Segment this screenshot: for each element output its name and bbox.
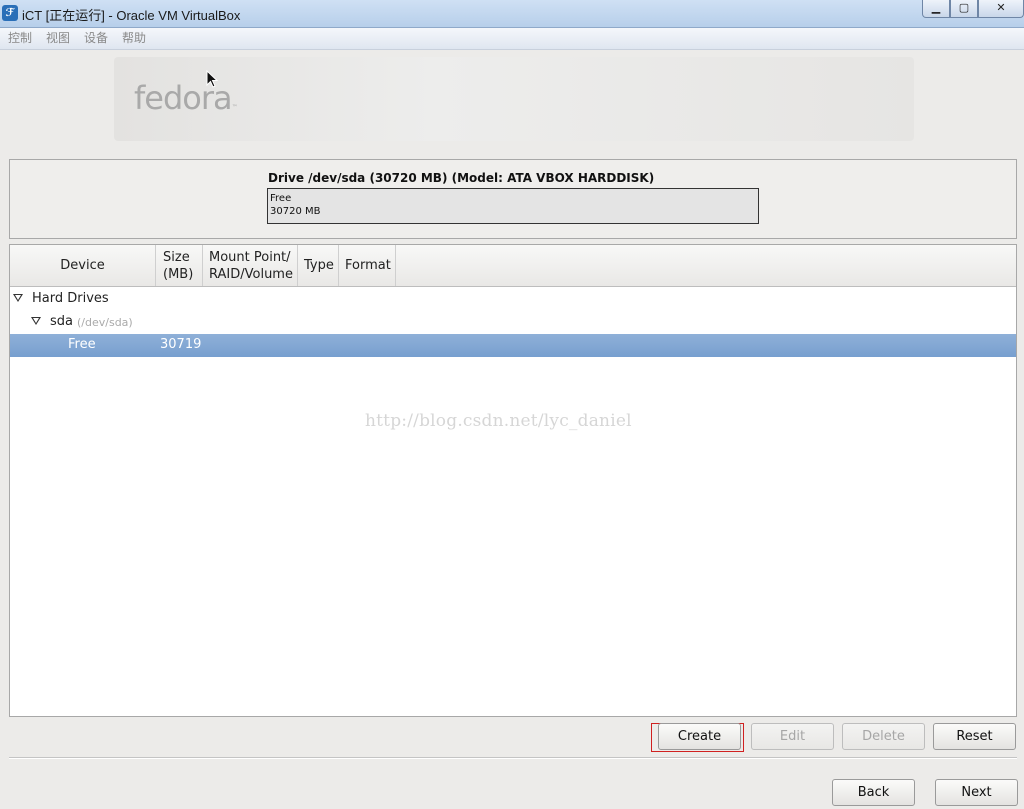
column-format[interactable]: Format: [339, 245, 396, 286]
column-device-label: Device: [60, 258, 105, 273]
row-size: 30719: [160, 337, 202, 352]
drive-title: Drive /dev/sda (30720 MB) (Model: ATA VB…: [268, 171, 655, 185]
mouse-pointer-icon: [206, 70, 218, 88]
tree-row-sda[interactable]: sda (/dev/sda): [10, 311, 1016, 334]
column-size-line1: Size: [163, 249, 190, 265]
column-type-label: Type: [304, 258, 334, 273]
drive-free-label: Free: [270, 193, 292, 204]
close-button[interactable]: ✕: [978, 0, 1024, 18]
virtualbox-app-icon: ℱ: [2, 5, 18, 21]
bottom-separator: [9, 757, 1017, 759]
edit-button[interactable]: Edit: [751, 723, 834, 750]
watermark-text: http://blog.csdn.net/lyc_daniel: [365, 411, 632, 431]
fedora-logo-tm: ™: [231, 104, 238, 111]
delete-button[interactable]: Delete: [842, 723, 925, 750]
window-title: iCT [正在运行] - Oracle VM VirtualBox: [22, 8, 241, 23]
drive-panel: Drive /dev/sda (30720 MB) (Model: ATA VB…: [9, 159, 1017, 239]
partition-tree: Device Size (MB) Mount Point/ RAID/Volum…: [9, 244, 1017, 717]
row-label: sda: [50, 314, 73, 329]
column-mount-point[interactable]: Mount Point/ RAID/Volume: [203, 245, 298, 286]
tree-row-free[interactable]: Free 30719: [10, 334, 1016, 357]
menu-help[interactable]: 帮助: [122, 28, 146, 49]
create-button[interactable]: Create: [658, 723, 741, 750]
fedora-banner: fedora™: [114, 57, 914, 141]
menu-view[interactable]: 视图: [46, 28, 70, 49]
minimize-button[interactable]: ▁: [922, 0, 950, 18]
next-button[interactable]: Next: [935, 779, 1018, 806]
maximize-button[interactable]: ▢: [950, 0, 978, 18]
column-mount-line2: RAID/Volume: [209, 266, 293, 282]
column-size[interactable]: Size (MB): [156, 245, 203, 286]
vm-menubar: 控制 视图 设备 帮助: [0, 28, 1024, 50]
column-mount-line1: Mount Point/: [209, 249, 291, 265]
expander-icon[interactable]: [13, 294, 23, 302]
window-titlebar: ℱ iCT [正在运行] - Oracle VM VirtualBox ▁ ▢ …: [0, 0, 1024, 28]
menu-devices[interactable]: 设备: [84, 28, 108, 49]
row-device-path: (/dev/sda): [77, 316, 133, 329]
drive-free-size: 30720 MB: [270, 206, 321, 217]
row-label: Hard Drives: [32, 291, 109, 306]
fedora-logo: fedora™: [134, 79, 238, 117]
tree-header: Device Size (MB) Mount Point/ RAID/Volum…: [10, 245, 1016, 287]
column-type[interactable]: Type: [298, 245, 339, 286]
row-label: Free: [68, 337, 96, 352]
expander-icon[interactable]: [31, 317, 41, 325]
tree-row-hard-drives[interactable]: Hard Drives: [10, 288, 1016, 311]
back-button[interactable]: Back: [832, 779, 915, 806]
window-controls: ▁ ▢ ✕: [922, 0, 1024, 18]
reset-button[interactable]: Reset: [933, 723, 1016, 750]
menu-control[interactable]: 控制: [8, 28, 32, 49]
column-size-line2: (MB): [163, 266, 194, 282]
column-device[interactable]: Device: [10, 245, 156, 286]
drive-free-segment[interactable]: Free 30720 MB: [267, 188, 759, 224]
column-format-label: Format: [345, 258, 391, 273]
guest-screen: fedora™ Drive /dev/sda (30720 MB) (Model…: [2, 51, 1022, 809]
